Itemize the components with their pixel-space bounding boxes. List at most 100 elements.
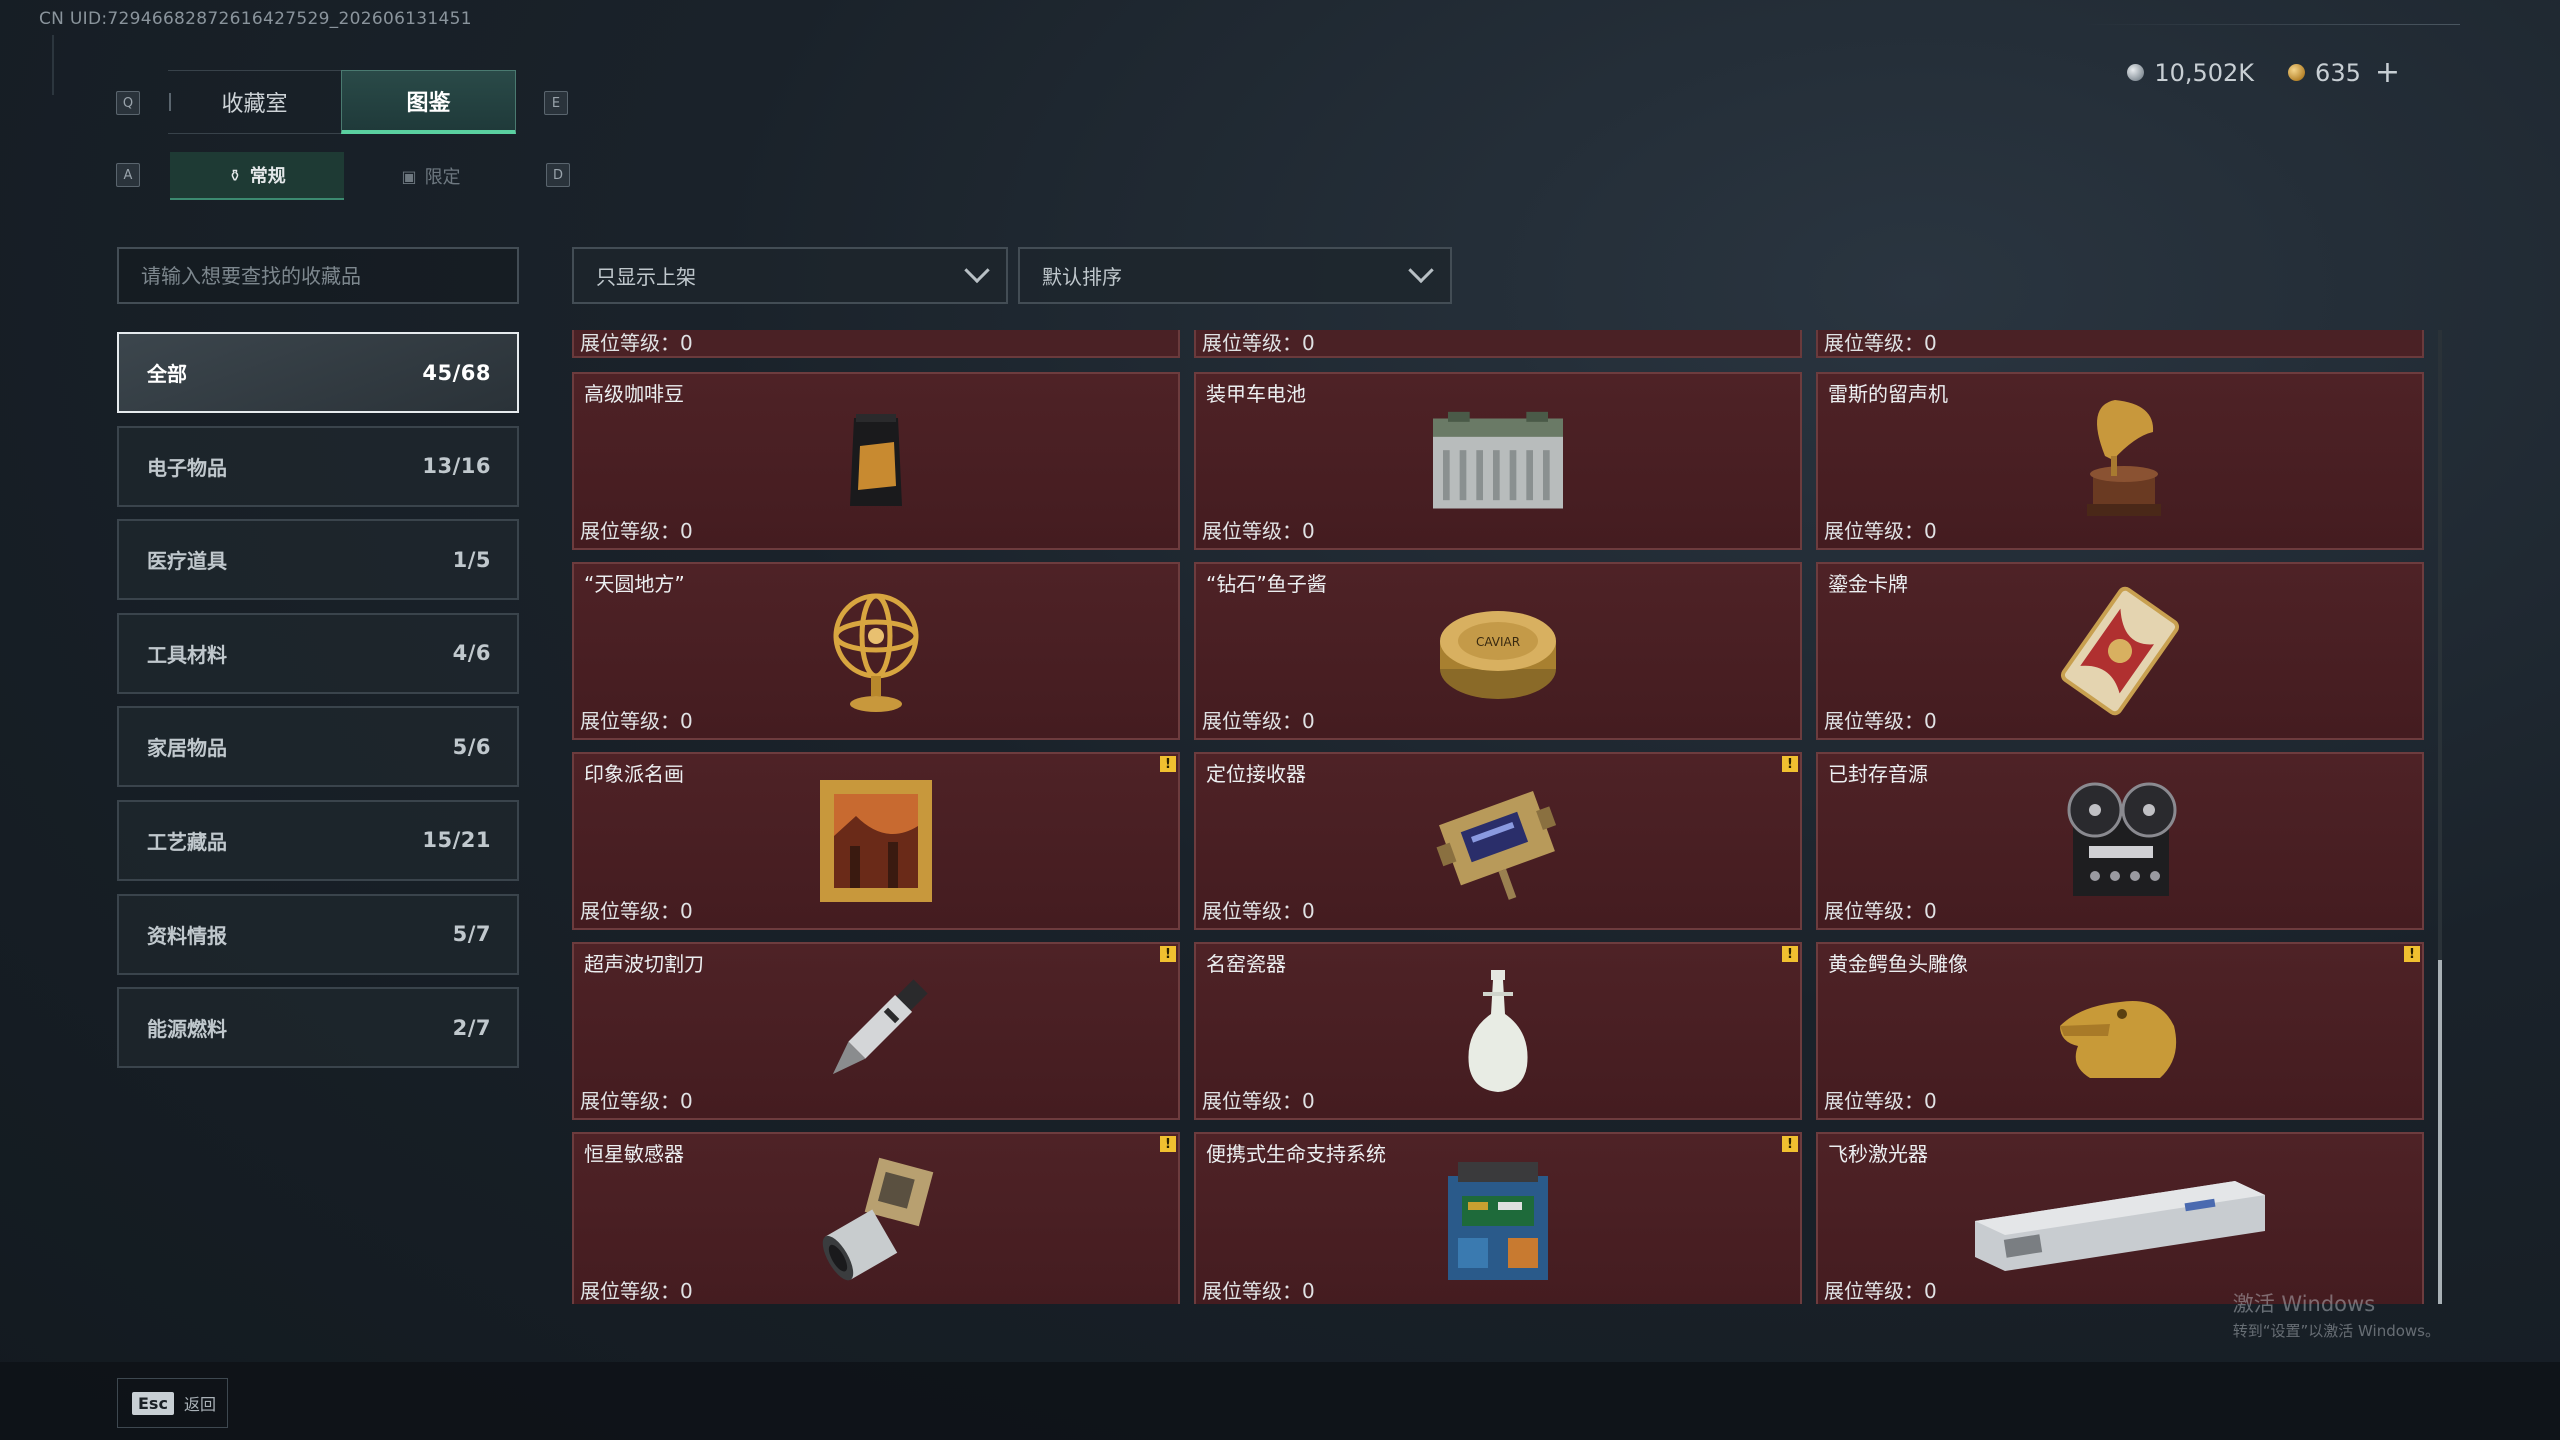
level-label: 展位等级：0 [1824, 519, 1937, 543]
item-card[interactable]: 名窑瓷器 ! 展位等级：0 [1194, 942, 1802, 1120]
item-card[interactable]: 已封存音源 展位等级：0 [1816, 752, 2424, 930]
item-card[interactable]: 鎏金卡牌 展位等级：0 [1816, 562, 2424, 740]
windows-watermark: 激活 Windows 转到“设置”以激活 Windows。 [2233, 1288, 2440, 1341]
filter-dropdown[interactable]: 只显示上架 [572, 247, 1008, 304]
level-label: 展位等级：0 [1202, 899, 1315, 923]
currency-bar: 10,502K 635 + [2127, 55, 2400, 90]
decorative-line [52, 35, 66, 95]
level-label: 展位等级：0 [580, 519, 693, 543]
level-label: 展位等级：0 [1202, 331, 1315, 355]
level-label: 展位等级：0 [1824, 899, 1937, 923]
search-input[interactable] [141, 263, 517, 288]
item-card-partial[interactable]: 展位等级：0 [572, 330, 1180, 358]
tab-catalog[interactable]: 图鉴 [341, 70, 516, 134]
femto-laser-icon [1960, 1156, 2280, 1286]
item-card[interactable]: “天圆地方” 展位等级：0 [572, 562, 1180, 740]
subtab-limited[interactable]: ▣ 限定 [344, 152, 518, 200]
reel-tape-icon [2045, 776, 2195, 906]
level-label: 展位等级：0 [1202, 1089, 1315, 1113]
item-name: “钻石”鱼子酱 [1206, 572, 1327, 596]
search-box [117, 247, 519, 304]
category-label: 全部 [147, 362, 187, 386]
porcelain-vase-icon [1423, 966, 1573, 1096]
category-count: 15/21 [422, 828, 491, 853]
item-card[interactable]: 飞秒激光器 展位等级：0 [1816, 1132, 2424, 1304]
category-label: 工具材料 [147, 642, 227, 667]
item-name: 鎏金卡牌 [1828, 572, 1908, 596]
category-count: 13/16 [422, 454, 491, 479]
category-crafts[interactable]: 工艺藏品 15/21 [117, 799, 519, 881]
item-card[interactable]: 便携式生命支持系统 ! 展位等级：0 [1194, 1132, 1802, 1304]
category-electronics[interactable]: 电子物品 13/16 [117, 425, 519, 507]
vase-icon: ⚱ [228, 165, 242, 185]
framed-painting-icon [801, 776, 951, 906]
category-tools[interactable]: 工具材料 4/6 [117, 612, 519, 694]
chevron-down-icon [1408, 257, 1434, 283]
collection-grid: 展位等级：0 展位等级：0 展位等级：0 高级咖啡豆 展位等级：0 装甲车电池 … [572, 330, 2434, 1304]
back-button[interactable]: Esc 返回 [117, 1378, 228, 1428]
item-name: 恒星敏感器 [584, 1142, 684, 1166]
item-card[interactable]: 定位接收器 ! 展位等级：0 [1194, 752, 1802, 930]
sort-value: 默认排序 [1042, 265, 1122, 289]
level-label: 展位等级：0 [1824, 1279, 1937, 1303]
decorative-line [2080, 24, 2460, 25]
item-name: 黄金鳄鱼头雕像 [1828, 952, 1968, 976]
item-card[interactable]: 雷斯的留声机 展位等级：0 [1816, 372, 2424, 550]
alert-icon: ! [1782, 1136, 1798, 1152]
alert-icon: ! [1160, 1136, 1176, 1152]
silver-coin-icon [2127, 64, 2145, 81]
item-name: 装甲车电池 [1206, 382, 1306, 406]
category-count: 1/5 [452, 547, 491, 572]
item-card[interactable]: 黄金鳄鱼头雕像 ! 展位等级：0 [1816, 942, 2424, 1120]
alert-icon: ! [1160, 946, 1176, 962]
add-currency-button[interactable]: + [2375, 55, 2400, 90]
image-icon: ▣ [401, 166, 417, 186]
category-label: 家居物品 [147, 736, 227, 761]
scrollbar-thumb[interactable] [2438, 960, 2442, 1304]
item-name: 印象派名画 [584, 762, 684, 786]
alert-icon: ! [2404, 946, 2420, 962]
category-count: 5/7 [452, 922, 491, 947]
item-card-partial[interactable]: 展位等级：0 [1816, 330, 2424, 358]
item-name: 飞秒激光器 [1828, 1142, 1928, 1166]
subtab-regular[interactable]: ⚱ 常规 [170, 152, 344, 200]
life-support-icon [1423, 1156, 1573, 1286]
esc-key-hint: Esc [132, 1391, 174, 1415]
alert-icon: ! [1782, 946, 1798, 962]
locator-receiver-icon [1423, 776, 1573, 906]
item-card[interactable]: 印象派名画 ! 展位等级：0 [572, 752, 1180, 930]
alert-icon: ! [1160, 756, 1176, 772]
category-count: 5/6 [452, 734, 491, 759]
silver-currency: 10,502K [2127, 59, 2254, 87]
item-card[interactable]: “钻石”鱼子酱 CAVIAR 展位等级：0 [1194, 562, 1802, 740]
category-intel[interactable]: 资料情报 5/7 [117, 893, 519, 975]
item-name: 便携式生命支持系统 [1206, 1142, 1386, 1166]
item-name: 高级咖啡豆 [584, 382, 684, 406]
category-energy[interactable]: 能源燃料 2/7 [117, 987, 519, 1069]
key-hint-a: A [116, 163, 140, 187]
chevron-down-icon [964, 257, 990, 283]
level-label: 展位等级：0 [1824, 331, 1937, 355]
watermark-line2: 转到“设置”以激活 Windows。 [2232, 1322, 2440, 1340]
bottom-bar [0, 1362, 2560, 1440]
gramophone-icon [2045, 396, 2195, 526]
level-label: 展位等级：0 [580, 709, 693, 733]
item-card[interactable]: 装甲车电池 展位等级：0 [1194, 372, 1802, 550]
category-all[interactable]: 全部 45/68 [117, 332, 519, 413]
level-label: 展位等级：0 [580, 899, 693, 923]
category-household[interactable]: 家居物品 5/6 [117, 706, 519, 788]
sub-tabs: ⚱ 常规 ▣ 限定 [170, 152, 518, 200]
level-label: 展位等级：0 [580, 1279, 693, 1303]
subtab-limited-label: 限定 [424, 167, 461, 188]
item-card[interactable]: 高级咖啡豆 展位等级：0 [572, 372, 1180, 550]
category-count: 2/7 [452, 1015, 491, 1040]
star-sensor-icon [801, 1156, 951, 1286]
category-medical[interactable]: 医疗道具 1/5 [117, 519, 519, 601]
tab-collection-room[interactable]: 收藏室 [168, 70, 341, 134]
ultrasonic-cutter-icon [801, 966, 951, 1096]
item-name: 雷斯的留声机 [1828, 382, 1948, 406]
item-card[interactable]: 超声波切割刀 ! 展位等级：0 [572, 942, 1180, 1120]
item-card[interactable]: 恒星敏感器 ! 展位等级：0 [572, 1132, 1180, 1304]
sort-dropdown[interactable]: 默认排序 [1018, 247, 1452, 304]
item-card-partial[interactable]: 展位等级：0 [1194, 330, 1802, 358]
